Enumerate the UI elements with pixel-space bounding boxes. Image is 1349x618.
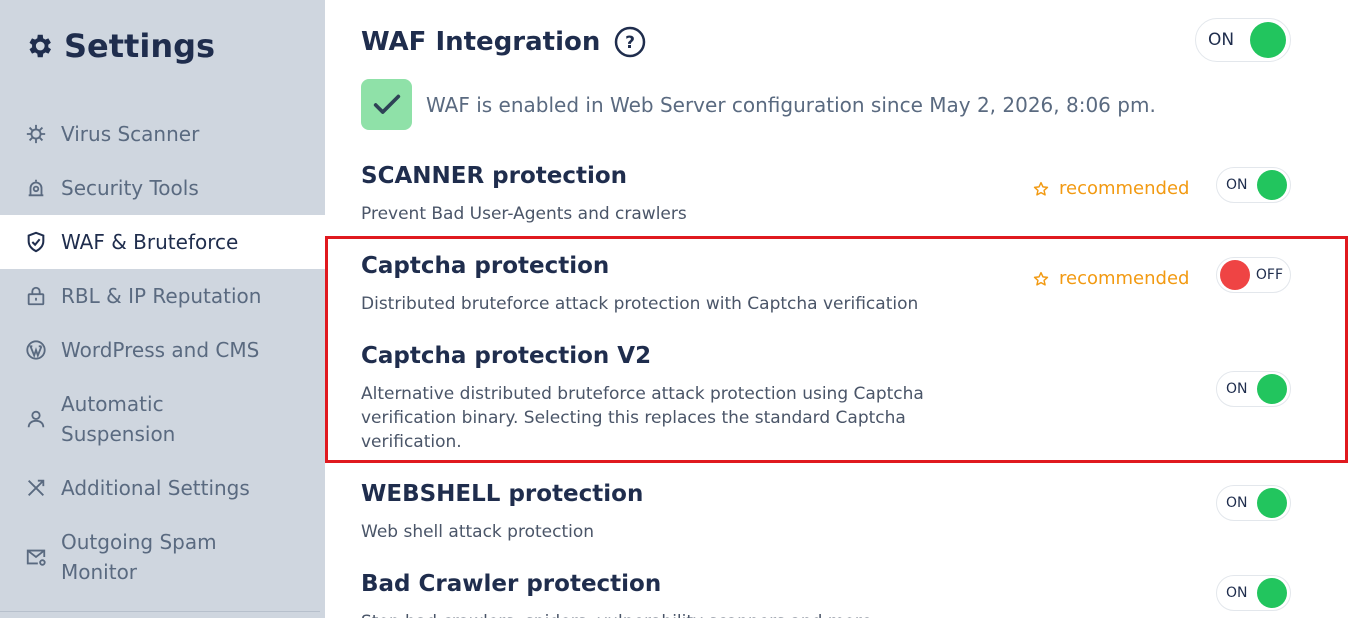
sidebar-item-label: Additional Settings bbox=[61, 476, 250, 500]
star-icon bbox=[1033, 271, 1049, 287]
sidebar-item-waf-bruteforce[interactable]: WAF & Bruteforce bbox=[0, 215, 325, 269]
recommended-label: recommended bbox=[1059, 178, 1190, 199]
toggle-knob bbox=[1257, 170, 1287, 200]
sidebar-item-label: RBL & IP Reputation bbox=[61, 284, 262, 308]
sidebar-item-label: WordPress and CMS bbox=[61, 338, 260, 362]
captcha-protection-title: Captcha protection bbox=[361, 253, 610, 279]
waf-title-text: WAF Integration bbox=[361, 27, 601, 57]
recommended-label: recommended bbox=[1059, 268, 1190, 289]
waf-status-text: WAF is enabled in Web Server configurati… bbox=[426, 92, 1156, 117]
help-icon[interactable]: ? bbox=[614, 26, 646, 58]
gear-icon bbox=[24, 31, 54, 61]
svg-text:?: ? bbox=[625, 33, 635, 53]
description-line: Alternative distributed bruteforce attac… bbox=[361, 384, 924, 404]
sidebar-item-rbl-ip-reputation[interactable]: RBL & IP Reputation bbox=[0, 281, 325, 311]
toggle-label: ON bbox=[1208, 30, 1235, 50]
main-content: WAF Integration ? ON WAF is enabled in W… bbox=[325, 0, 1349, 618]
mail-gear-icon bbox=[25, 546, 47, 568]
captcha-v2-protection-description: Alternative distributed bruteforce attac… bbox=[361, 382, 924, 454]
toggle-knob bbox=[1257, 578, 1287, 608]
tools-icon bbox=[25, 477, 47, 499]
checkmark-icon bbox=[361, 79, 412, 130]
sidebar-divider bbox=[0, 611, 320, 612]
toggle-label: ON bbox=[1226, 585, 1248, 601]
sidebar-item-outgoing-spam-monitor[interactable]: Outgoing Spam Monitor bbox=[0, 527, 325, 587]
toggle-knob bbox=[1250, 22, 1286, 58]
captcha-v2-protection-title: Captcha protection V2 bbox=[361, 343, 652, 369]
virus-icon bbox=[25, 123, 47, 145]
sidebar-item-label: Security Tools bbox=[61, 176, 199, 200]
toggle-label: ON bbox=[1226, 381, 1248, 397]
sidebar-item-label: Outgoing Spam Monitor bbox=[61, 530, 217, 584]
app-window: Settings Virus Scanner Security Tools WA… bbox=[0, 0, 1349, 618]
sidebar-item-virus-scanner[interactable]: Virus Scanner bbox=[0, 119, 325, 149]
scanner-protection-description: Prevent Bad User-Agents and crawlers bbox=[361, 204, 687, 224]
sidebar-item-label: Automatic Suspension bbox=[61, 392, 176, 446]
sidebar-item-wordpress-cms[interactable]: WordPress and CMS bbox=[0, 335, 325, 365]
bad-crawler-protection-title: Bad Crawler protection bbox=[361, 571, 662, 597]
captcha-recommended-badge: recommended bbox=[1033, 268, 1189, 289]
webshell-protection-title: WEBSHELL protection bbox=[361, 481, 644, 507]
webshell-protection-toggle[interactable]: ON bbox=[1216, 485, 1291, 521]
toggle-knob bbox=[1257, 488, 1287, 518]
waf-integration-heading: WAF Integration ? bbox=[361, 26, 646, 58]
user-icon bbox=[25, 408, 47, 430]
webshell-protection-description: Web shell attack protection bbox=[361, 522, 595, 542]
sidebar: Settings Virus Scanner Security Tools WA… bbox=[0, 0, 325, 618]
toggle-label: ON bbox=[1226, 177, 1248, 193]
description-line: verification. bbox=[361, 432, 462, 452]
bad-crawler-protection-toggle[interactable]: ON bbox=[1216, 575, 1291, 611]
toggle-label: OFF bbox=[1255, 267, 1283, 283]
toggle-knob bbox=[1257, 374, 1287, 404]
captcha-protection-toggle[interactable]: OFF bbox=[1216, 257, 1291, 293]
captcha-protection-description: Distributed bruteforce attack protection… bbox=[361, 294, 919, 314]
star-icon bbox=[1033, 181, 1049, 197]
scanner-recommended-badge: recommended bbox=[1033, 178, 1189, 199]
lock-icon bbox=[25, 285, 47, 307]
wordpress-icon bbox=[25, 339, 47, 361]
toggle-label: ON bbox=[1226, 495, 1248, 511]
description-line: verification binary. Selecting this repl… bbox=[361, 408, 906, 428]
sidebar-item-additional-settings[interactable]: Additional Settings bbox=[0, 473, 325, 503]
waf-integration-toggle[interactable]: ON bbox=[1195, 18, 1291, 62]
scanner-protection-title: SCANNER protection bbox=[361, 163, 628, 189]
captcha-v2-protection-toggle[interactable]: ON bbox=[1216, 371, 1291, 407]
sidebar-title-text: Settings bbox=[64, 27, 216, 65]
sidebar-item-security-tools[interactable]: Security Tools bbox=[0, 173, 325, 203]
security-tools-icon bbox=[25, 177, 47, 199]
toggle-knob bbox=[1220, 260, 1250, 290]
shield-check-icon bbox=[25, 231, 47, 253]
sidebar-title: Settings bbox=[24, 24, 215, 68]
sidebar-item-automatic-suspension[interactable]: Automatic Suspension bbox=[0, 389, 325, 449]
sidebar-item-label: WAF & Bruteforce bbox=[61, 230, 239, 254]
waf-status: WAF is enabled in Web Server configurati… bbox=[361, 79, 1156, 130]
sidebar-item-label: Virus Scanner bbox=[61, 122, 200, 146]
bad-crawler-protection-description: Stop bad crawlers, spiders, vulnerabilit… bbox=[361, 610, 872, 618]
scanner-protection-toggle[interactable]: ON bbox=[1216, 167, 1291, 203]
